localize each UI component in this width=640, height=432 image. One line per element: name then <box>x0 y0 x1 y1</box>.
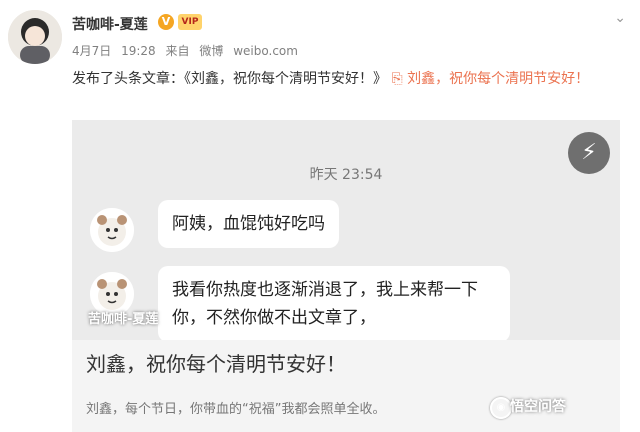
post-source[interactable]: 微博 <box>199 44 223 58</box>
vip-badge-icon: VIP <box>178 14 202 30</box>
watermark: 苦咖啡-夏莲 <box>88 312 159 327</box>
post-text: 发布了头条文章：《刘鑫，祝你每个清明节安好！》 ⎘ 刘鑫，祝你每个清明节安好！ <box>72 66 622 92</box>
post-date: 4月7日 <box>72 44 112 58</box>
chat-message-2: 我看你热度也逐渐消退了，我上来帮一下你，不然你做不出文章了， <box>158 266 510 340</box>
article-card[interactable]: ⚡ 昨天 23:54 阿姨，血馄饨好吃吗 我看你热度也逐渐消退了，我上来帮一下你… <box>72 120 620 432</box>
verify-badge-icon: V <box>158 14 174 30</box>
brand-logo-icon: ◉ <box>490 397 512 419</box>
chevron-down-icon[interactable]: ⌄ <box>614 10 626 26</box>
chat-screenshot: ⚡ 昨天 23:54 阿姨，血馄饨好吃吗 我看你热度也逐渐消退了，我上来帮一下你… <box>72 120 620 340</box>
link-icon: ⎘ <box>391 71 403 87</box>
chat-timestamp: 昨天 23:54 <box>309 167 383 183</box>
post-domain: weibo.com <box>233 44 298 58</box>
brand-text: 悟空问答 <box>510 399 566 415</box>
post-prefix: 发布了头条文章： <box>72 71 184 87</box>
post-from-label: 来自 <box>165 44 190 58</box>
bear-avatar <box>90 208 134 252</box>
username[interactable]: 苦咖啡-夏莲 <box>72 14 148 34</box>
card-title[interactable]: 刘鑫，祝你每个清明节安好！ <box>86 348 346 377</box>
user-avatar[interactable] <box>8 10 62 64</box>
card-description: 刘鑫，每个节日，你带血的“祝福”我都会照单全收。 <box>86 402 386 417</box>
post-article-quote: 《刘鑫，祝你每个清明节安好！》 <box>184 71 387 87</box>
avatar-image <box>8 10 62 64</box>
post-meta: 4月7日 19:28 来自 微博 weibo.com <box>72 42 304 59</box>
post-time: 19:28 <box>121 44 156 58</box>
chat-message-1: 阿姨，血馄饨好吃吗 <box>158 200 339 248</box>
article-link[interactable]: 刘鑫，祝你每个清明节安好！ <box>407 71 589 87</box>
bear-avatar-image <box>90 208 134 252</box>
